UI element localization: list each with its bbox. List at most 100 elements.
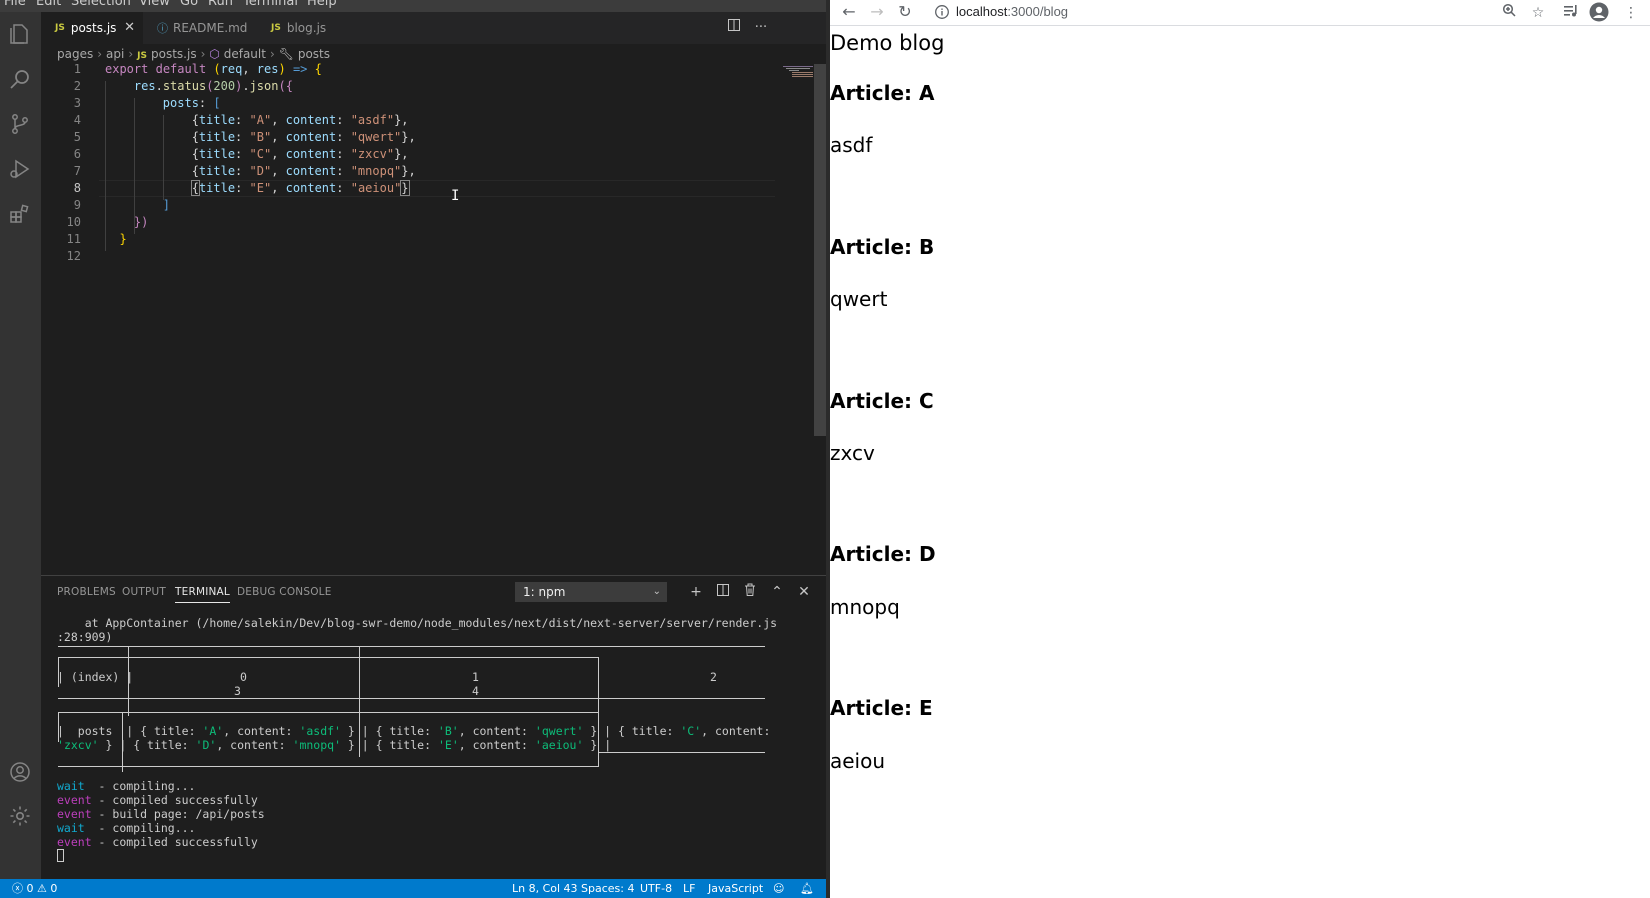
extensions-icon[interactable] xyxy=(8,202,32,226)
breadcrumb-symbol[interactable]: posts xyxy=(298,47,330,61)
article-title: Article: A xyxy=(830,81,935,105)
breadcrumb-file[interactable]: posts.js xyxy=(151,47,197,61)
language-mode[interactable]: JavaScript xyxy=(708,879,763,898)
tab-problems[interactable]: PROBLEMS xyxy=(57,586,116,598)
media-queue-icon[interactable] xyxy=(1560,2,1582,24)
code-line: export default (req, res) => { xyxy=(105,62,322,76)
browser-toolbar: ← → ↻ localhost:3000/blog ☆ ⋮ xyxy=(830,0,1650,26)
code-line: {title: "D", content: "mnopq"}, xyxy=(105,164,416,178)
tab-label: README.md xyxy=(173,21,248,35)
terminal-log: event - compiled successfully xyxy=(57,793,258,807)
tab-label: blog.js xyxy=(286,21,327,35)
terminal-cell: 3 xyxy=(234,684,241,698)
terminal-log: event - compiled successfully xyxy=(57,835,258,849)
indentation-status[interactable]: Spaces: 4 xyxy=(581,879,634,898)
menu-file[interactable]: File xyxy=(4,0,26,9)
menu-selection[interactable]: Selection xyxy=(71,0,131,9)
line-number: 3 xyxy=(73,96,81,110)
split-terminal-icon[interactable] xyxy=(714,582,732,602)
tab-posts-js[interactable]: JS posts.js ✕ xyxy=(41,12,143,44)
terminal-log: event - build page: /api/posts xyxy=(57,807,265,821)
tab-debug-console[interactable]: DEBUG CONSOLE xyxy=(237,586,332,598)
terminal[interactable]: at AppContainer (/home/salekin/Dev/blog-… xyxy=(57,616,817,876)
line-number: 5 xyxy=(73,130,81,144)
menu-view[interactable]: View xyxy=(139,0,170,9)
account-icon[interactable] xyxy=(8,760,32,784)
chevron-down-icon: ⌄ xyxy=(652,586,661,597)
article-title: Article: B xyxy=(830,235,935,259)
line-number: 10 xyxy=(66,215,81,229)
line-number: 8 xyxy=(73,181,81,195)
js-file-icon: JS xyxy=(55,23,65,33)
article-content: qwert xyxy=(830,287,888,311)
tab-terminal[interactable]: TERMINAL xyxy=(175,586,230,603)
chevron-up-icon[interactable]: ⌃ xyxy=(768,582,786,602)
line-number: 1 xyxy=(73,62,81,76)
article-content: mnopq xyxy=(830,595,900,619)
text-cursor-icon: I xyxy=(451,188,460,204)
address-bar[interactable]: localhost:3000/blog xyxy=(956,4,1068,19)
chevron-right-icon: › xyxy=(269,47,275,61)
panel-tab-bar: PROBLEMS OUTPUT TERMINAL DEBUG CONSOLE 1… xyxy=(41,576,826,610)
trash-icon[interactable] xyxy=(741,582,759,602)
zoom-icon[interactable] xyxy=(1498,2,1520,24)
split-editor-icon[interactable] xyxy=(724,18,744,38)
terminal-line: 'zxcv' } | { title: 'D', content: 'mnopq… xyxy=(57,738,612,752)
source-control-icon[interactable] xyxy=(8,112,32,136)
line-number: 6 xyxy=(73,147,81,161)
run-debug-icon[interactable] xyxy=(8,157,32,181)
code-line: } xyxy=(119,232,127,246)
menu-terminal[interactable]: Terminal xyxy=(243,0,298,9)
code-line: res.status(200).json({ xyxy=(133,79,293,93)
terminal-select[interactable]: 1: npm ⌄ xyxy=(515,582,667,602)
code-line: {title: "E", content: "aeiou"} xyxy=(190,180,410,196)
eol-status[interactable]: LF xyxy=(683,879,695,898)
tab-label: posts.js xyxy=(70,21,117,35)
more-actions-icon[interactable]: ··· xyxy=(751,18,771,38)
bell-icon[interactable]: 🔔︎ xyxy=(800,879,814,898)
article-title: Article: C xyxy=(830,389,934,413)
new-terminal-icon[interactable]: + xyxy=(687,582,705,602)
feedback-icon[interactable]: ☺ xyxy=(773,879,784,898)
line-number: 7 xyxy=(73,164,81,178)
code-line: posts: [ xyxy=(162,96,221,110)
symbol-property-icon: 🔧︎ xyxy=(278,47,294,61)
tab-readme-md[interactable]: ⓘ README.md xyxy=(143,12,255,44)
encoding-status[interactable]: UTF-8 xyxy=(640,879,672,898)
menu-go[interactable]: Go xyxy=(180,0,198,9)
code-editor[interactable]: 1 2 3 4 5 6 7 8 9 10 11 12 export defaul… xyxy=(41,62,826,575)
menu-run[interactable]: Run xyxy=(208,0,233,9)
site-info-icon[interactable] xyxy=(934,4,950,20)
tab-output[interactable]: OUTPUT xyxy=(122,586,166,598)
settings-gear-icon[interactable] xyxy=(8,804,32,828)
tab-blog-js[interactable]: JS blog.js xyxy=(257,12,357,44)
scrollbar-thumb[interactable] xyxy=(814,64,826,436)
article-content: asdf xyxy=(830,133,873,157)
menu-edit[interactable]: Edit xyxy=(36,0,61,9)
profile-avatar-icon[interactable] xyxy=(1588,2,1610,24)
editor-tab-bar: JS posts.js ✕ ⓘ README.md JS blog.js ··· xyxy=(41,12,826,44)
search-icon[interactable] xyxy=(8,67,32,91)
forward-arrow-icon[interactable]: → xyxy=(866,1,888,23)
chevron-right-icon: › xyxy=(200,47,206,61)
code-line: }) xyxy=(133,215,149,229)
more-menu-icon[interactable]: ⋮ xyxy=(1620,2,1642,24)
reload-icon[interactable]: ↻ xyxy=(894,1,916,23)
problems-status[interactable]: ⓧ 0 ⚠ 0 xyxy=(12,879,57,898)
breadcrumb-item[interactable]: api xyxy=(106,47,124,61)
close-icon[interactable]: ✕ xyxy=(124,20,135,35)
bookmark-star-icon[interactable]: ☆ xyxy=(1527,2,1549,24)
article-title: Article: D xyxy=(830,542,936,566)
cursor-position[interactable]: Ln 8, Col 43 xyxy=(512,879,578,898)
line-number: 2 xyxy=(73,79,81,93)
close-panel-icon[interactable]: ✕ xyxy=(795,582,813,602)
breadcrumb-item[interactable]: pages xyxy=(57,47,93,61)
js-file-icon: JS xyxy=(271,23,281,33)
chevron-right-icon: › xyxy=(128,47,134,61)
js-file-icon: JS xyxy=(137,51,148,61)
breadcrumb-symbol[interactable]: default xyxy=(224,47,266,61)
terminal-line: at AppContainer (/home/salekin/Dev/blog-… xyxy=(57,616,778,630)
menu-help[interactable]: Help xyxy=(307,0,337,9)
explorer-icon[interactable] xyxy=(8,22,32,46)
back-arrow-icon[interactable]: ← xyxy=(838,1,860,23)
